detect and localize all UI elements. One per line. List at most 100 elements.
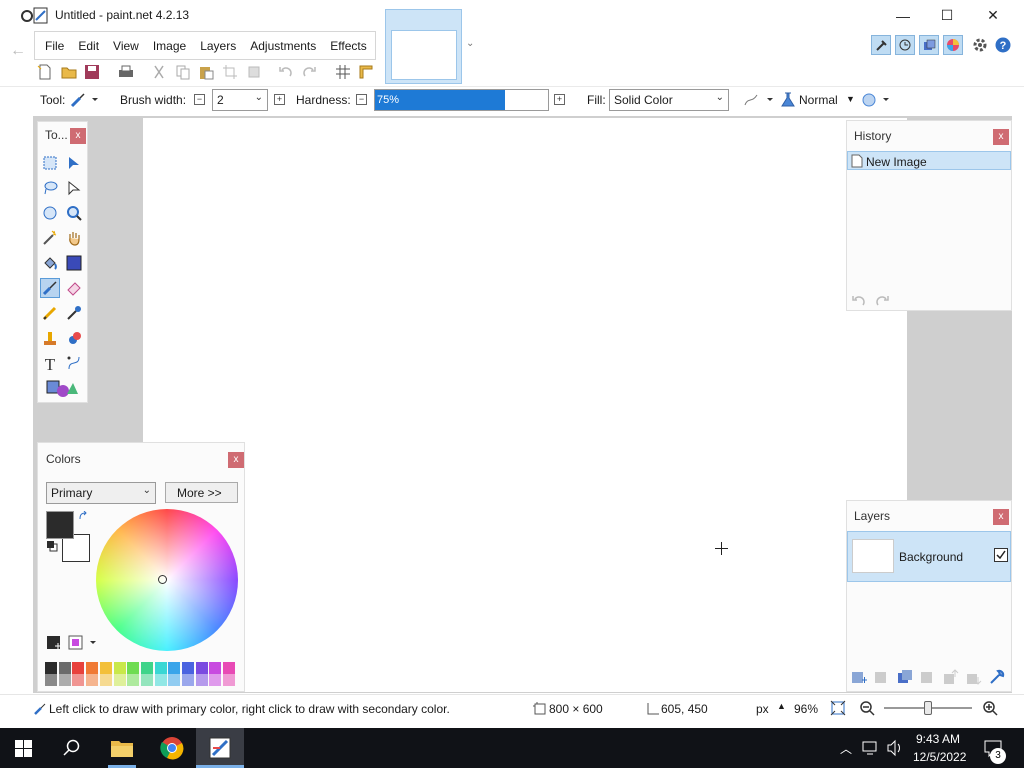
units-selector[interactable]: px (756, 702, 769, 716)
move-selection-icon[interactable] (64, 178, 84, 198)
brush-width-decrease[interactable]: − (194, 94, 205, 105)
undo-icon[interactable] (278, 64, 294, 80)
gear-icon[interactable] (972, 37, 988, 53)
selection-mode-icon[interactable] (860, 91, 890, 109)
palette-swatch[interactable] (154, 662, 167, 674)
clone-stamp-icon[interactable] (40, 328, 60, 348)
history-window-icon[interactable] (895, 35, 915, 55)
palette-swatch[interactable] (99, 662, 112, 674)
close-button[interactable]: ✕ (970, 0, 1016, 31)
zoom-icon[interactable] (64, 203, 84, 223)
menu-adjustments[interactable]: Adjustments (243, 39, 323, 53)
zoom-slider-thumb[interactable] (924, 701, 932, 715)
palette-swatch-shade[interactable] (45, 674, 57, 686)
layer-visibility-checkbox[interactable] (994, 548, 1008, 562)
palette-swatch-shade[interactable] (195, 674, 208, 686)
redo-icon[interactable] (301, 64, 317, 80)
pencil-icon[interactable] (40, 303, 60, 323)
paint-bucket-icon[interactable] (40, 253, 60, 273)
palette-swatch-shade[interactable] (140, 674, 153, 686)
copy-icon[interactable] (175, 64, 191, 80)
zoom-level[interactable]: 96% (794, 702, 818, 716)
delete-layer-icon[interactable] (874, 669, 890, 685)
move-layer-down-icon[interactable] (966, 669, 982, 685)
palette-swatch[interactable] (127, 662, 140, 674)
windows-start-icon[interactable] (15, 740, 32, 757)
hardness-increase[interactable]: + (554, 94, 565, 105)
layers-panel-close[interactable]: x (993, 509, 1009, 525)
brush-width-combo[interactable]: 2 ⌄ (212, 89, 268, 111)
palette-swatch-shade[interactable] (72, 674, 85, 686)
palette-menu-icon[interactable] (68, 635, 98, 651)
move-layer-up-icon[interactable] (943, 669, 959, 685)
file-explorer-icon[interactable] (110, 738, 134, 758)
palette-swatch-shade[interactable] (113, 674, 126, 686)
palette-swatch[interactable] (58, 662, 71, 674)
color-wheel[interactable] (96, 509, 238, 651)
network-icon[interactable] (862, 739, 880, 757)
palette-swatch-shade[interactable] (86, 674, 99, 686)
crop-icon[interactable] (222, 64, 238, 80)
deselect-icon[interactable] (246, 64, 262, 80)
volume-icon[interactable] (886, 739, 904, 757)
paste-icon[interactable] (198, 64, 214, 80)
history-item[interactable]: New Image (847, 151, 1011, 170)
minimize-button[interactable]: — (880, 0, 926, 31)
primary-color-swatch[interactable] (46, 511, 74, 539)
layer-item[interactable]: Background (847, 531, 1011, 582)
brush-width-increase[interactable]: + (274, 94, 285, 105)
units-chevron-up-icon[interactable]: ▲ (777, 701, 786, 711)
palette-swatch[interactable] (45, 662, 57, 674)
palette-swatch[interactable] (182, 662, 194, 674)
colors-panel-close[interactable]: x (228, 452, 244, 468)
palette-swatch-shade[interactable] (127, 674, 140, 686)
hardness-decrease[interactable]: − (356, 94, 367, 105)
zoom-out-icon[interactable] (859, 700, 875, 716)
eraser-icon[interactable] (64, 278, 84, 298)
history-redo-icon[interactable] (874, 293, 890, 307)
zoom-to-window-icon[interactable] (830, 700, 846, 716)
chevron-up-icon[interactable]: ︿ (840, 740, 852, 757)
menu-edit[interactable]: Edit (71, 39, 106, 53)
palette-swatch[interactable] (168, 662, 181, 674)
help-icon[interactable]: ? (995, 37, 1011, 53)
chevron-down-icon[interactable]: ⌄ (466, 38, 474, 49)
layers-window-icon[interactable] (919, 35, 939, 55)
reset-colors-icon[interactable] (46, 540, 58, 552)
move-selected-icon[interactable] (64, 153, 84, 173)
zoom-in-icon[interactable] (982, 700, 998, 716)
palette-swatch-shade[interactable] (58, 674, 71, 686)
taskbar-date[interactable]: 12/5/2022 (913, 750, 966, 764)
print-icon[interactable] (118, 64, 134, 80)
rectangle-select-icon[interactable] (40, 153, 60, 173)
palette-swatch[interactable] (72, 662, 85, 674)
palette-swatch-shade[interactable] (99, 674, 112, 686)
chrome-icon[interactable] (160, 736, 184, 760)
tools-window-icon[interactable] (871, 35, 891, 55)
antialiasing-icon[interactable] (742, 91, 776, 109)
tools-panel-close[interactable]: x (70, 128, 86, 144)
colors-window-icon[interactable] (943, 35, 963, 55)
paintbrush-tool-icon[interactable] (40, 278, 60, 298)
more-colors-button[interactable]: More >> (165, 482, 238, 503)
blend-mode-icon[interactable] (779, 91, 797, 109)
palette-swatch[interactable] (113, 662, 126, 674)
add-layer-icon[interactable] (851, 669, 867, 685)
zoom-slider[interactable] (884, 701, 972, 715)
hardness-slider[interactable]: 75% (374, 89, 549, 111)
maximize-button[interactable]: ☐ (924, 0, 970, 31)
menu-view[interactable]: View (106, 39, 146, 53)
palette-swatch[interactable] (195, 662, 208, 674)
palette-swatch-shade[interactable] (182, 674, 194, 686)
chevron-down-icon[interactable]: ▼ (846, 94, 855, 104)
color-picker-icon[interactable] (64, 303, 84, 323)
search-icon[interactable] (63, 739, 81, 757)
shapes-icon[interactable] (44, 378, 80, 398)
text-tool-icon[interactable]: T (40, 353, 60, 373)
color-mode-combo[interactable]: Primary ⌄ (46, 482, 156, 504)
back-arrow-icon[interactable]: ← (10, 42, 26, 60)
duplicate-layer-icon[interactable] (897, 669, 913, 685)
lasso-select-icon[interactable] (40, 178, 60, 198)
recolor-icon[interactable] (64, 328, 84, 348)
history-panel-close[interactable]: x (993, 129, 1009, 145)
